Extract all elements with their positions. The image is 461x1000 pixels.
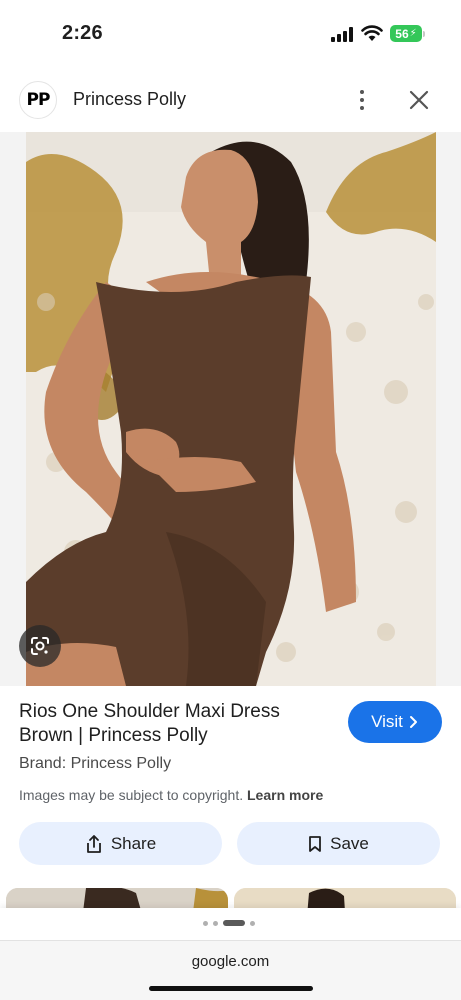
copyright-notice: Images may be subject to copyright. Lear… — [19, 787, 323, 803]
related-image-thumbnail[interactable] — [6, 888, 228, 908]
status-bar: 2:26 56 ⚡ — [0, 0, 461, 68]
visit-label: Visit — [371, 712, 403, 731]
wifi-icon — [361, 25, 383, 41]
page-dot — [250, 920, 255, 926]
share-icon — [86, 834, 101, 853]
site-name[interactable]: Princess Polly — [73, 89, 186, 110]
site-header: PP Princess Polly — [0, 68, 461, 132]
status-time: 2:26 — [62, 22, 103, 44]
lens-glyph-icon — [31, 637, 49, 655]
chevron-right-icon — [409, 716, 417, 728]
save-label: Save — [330, 833, 369, 853]
page-dot — [203, 920, 208, 926]
learn-more-link[interactable]: Learn more — [247, 787, 323, 803]
google-lens-icon[interactable] — [19, 625, 61, 667]
url-text[interactable]: google.com — [0, 953, 461, 970]
home-indicator[interactable] — [149, 986, 313, 991]
browser-url-bar: google.com — [0, 940, 461, 1000]
site-logo[interactable]: PP — [19, 81, 57, 119]
page-dot-active — [223, 920, 245, 926]
page-dot — [213, 920, 218, 926]
pagination-dots — [203, 920, 255, 926]
more-options-icon[interactable] — [350, 85, 374, 115]
share-button[interactable]: Share — [19, 822, 222, 865]
brand-text: Brand: Princess Polly — [19, 755, 172, 772]
image-preview — [0, 132, 461, 686]
bookmark-icon — [309, 835, 322, 852]
carousel-indicator-bar — [0, 908, 461, 940]
product-photo[interactable] — [26, 132, 436, 686]
battery-level: 56 — [395, 26, 409, 41]
related-image-thumbnail[interactable] — [234, 888, 456, 908]
close-icon[interactable] — [405, 86, 433, 114]
share-label: Share — [110, 833, 157, 853]
cellular-signal-icon — [331, 27, 355, 42]
battery-tip — [423, 31, 425, 37]
save-button[interactable]: Save — [237, 822, 440, 865]
related-images-strip — [0, 888, 461, 908]
product-title[interactable]: Rios One Shoulder Maxi Dress Brown | Pri… — [19, 700, 319, 748]
battery-icon: 56 ⚡ — [390, 25, 422, 42]
copyright-text: Images may be subject to copyright. — [19, 787, 244, 803]
visit-button[interactable]: Visit — [348, 701, 442, 743]
